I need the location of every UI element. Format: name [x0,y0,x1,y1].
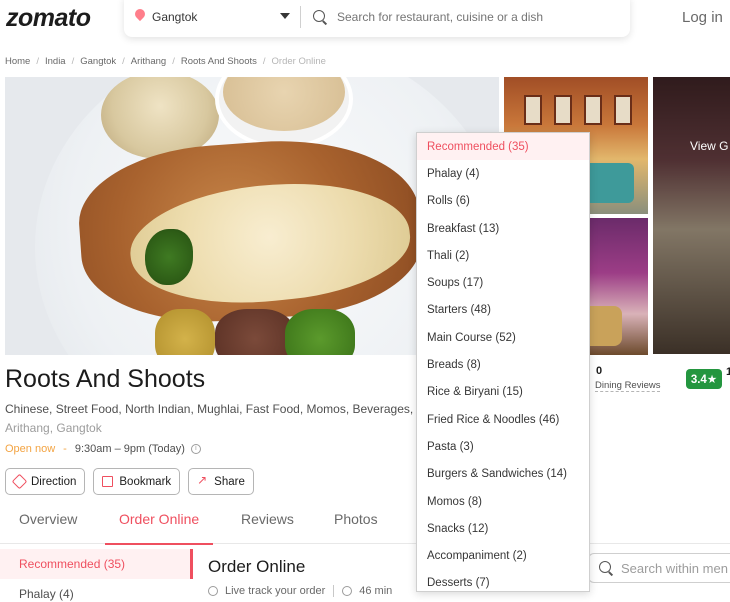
tab-reviews[interactable]: Reviews [241,508,294,544]
opening-hours: 9:30am – 9pm (Today) [74,443,185,455]
dropdown-item[interactable]: Breads (8) [417,351,589,378]
live-track-label: Live track your order [225,585,326,597]
dropdown-item[interactable]: Soups (17) [417,269,589,296]
dropdown-item[interactable]: Momos (8) [417,488,589,515]
search-icon [599,561,613,575]
search-icon [313,10,327,24]
dropdown-item[interactable]: Rolls (6) [417,188,589,215]
dropdown-item[interactable]: Burgers & Sandwiches (14) [417,461,589,488]
restaurant-tabs: Overview Order Online Reviews Photos [0,508,730,545]
delivery-review-count: 1 [726,366,730,378]
interior-photo-3[interactable] [653,77,730,354]
tab-order-online[interactable]: Order Online [104,508,214,545]
bookmark-icon [102,476,114,487]
zomato-logo[interactable]: zomato [6,4,91,33]
share-button[interactable]: Share [188,468,254,495]
dropdown-item[interactable]: Breakfast (13) [417,215,589,242]
menu-search-input[interactable]: Search within men [621,561,728,576]
category-dropdown: Recommended (35) Phalay (4) Rolls (6) Br… [416,132,590,592]
dropdown-item[interactable]: Main Course (52) [417,324,589,351]
locality: Arithang, Gangtok [5,421,102,435]
search-bar: Gangtok [124,0,630,37]
breadcrumb-gangtok[interactable]: Gangtok [80,56,116,67]
menu-category-sidebar: Recommended (35) Phalay (4) [0,549,193,602]
order-subinfo: Live track your order 46 min [208,585,392,597]
menu-search-box[interactable]: Search within men [588,553,730,583]
dropdown-item[interactable]: Recommended (35) [417,133,589,161]
bookmark-button[interactable]: Bookmark [93,468,181,495]
restaurant-name: Roots And Shoots [5,365,206,393]
breadcrumb: Home / India / Gangtok / Arithang / Roots An… [5,56,326,67]
location-selector[interactable]: Gangtok [124,0,300,37]
dropdown-item[interactable]: Fried Rice & Noodles (46) [417,406,589,433]
dropdown-item[interactable]: Thali (2) [417,242,589,269]
top-header: zomato Gangtok Log in [0,0,730,40]
share-icon [197,473,208,487]
dropdown-item[interactable]: Starters (48) [417,297,589,324]
delivery-time: 46 min [359,585,393,597]
dropdown-item[interactable]: Phalay (4) [417,160,589,187]
breadcrumb-india[interactable]: India [45,56,66,67]
search-input[interactable] [337,10,617,24]
login-link[interactable]: Log in [682,9,723,26]
info-icon[interactable]: i [190,444,201,454]
open-status: Open now [5,443,56,455]
direction-button[interactable]: Direction [5,468,86,495]
breadcrumb-home[interactable]: Home [5,56,30,67]
timing-row: Open now - 9:30am – 9pm (Today) i [5,443,201,455]
dropdown-item[interactable]: Pasta (3) [417,433,589,460]
tab-photos[interactable]: Photos [334,508,378,544]
dining-reviews-label[interactable]: Dining Reviews [595,380,661,392]
direction-icon [11,473,28,490]
order-online-heading: Order Online [208,557,306,576]
caret-down-icon [280,13,290,19]
breadcrumb-arithang[interactable]: Arithang [131,56,166,67]
breadcrumb-restaurant[interactable]: Roots And Shoots [181,56,257,67]
dropdown-item[interactable]: Rice & Biryani (15) [417,379,589,406]
dropdown-item[interactable]: Accompaniment (2) [417,542,589,569]
breadcrumb-current: Order Online [271,56,326,67]
sidebar-item-recommended[interactable]: Recommended (35) [0,549,193,579]
tab-overview[interactable]: Overview [19,508,77,544]
search-divider [300,6,301,28]
delivery-rating-badge: 3.4★ [686,369,722,389]
location-pin-icon [134,9,146,25]
dropdown-item[interactable]: Desserts (7) [417,570,589,591]
sidebar-item-phalay[interactable]: Phalay (4) [0,579,193,602]
location-text: Gangtok [152,10,198,24]
compass-icon [208,586,218,596]
clock-icon [342,586,353,596]
view-gallery-label[interactable]: View G [690,139,728,153]
action-buttons: Direction Bookmark Share [5,468,254,495]
cuisine-list: Chinese, Street Food, North Indian, Mugh… [5,402,414,416]
dining-review-count: 0 [596,365,603,377]
dropdown-item[interactable]: Snacks (12) [417,515,589,542]
